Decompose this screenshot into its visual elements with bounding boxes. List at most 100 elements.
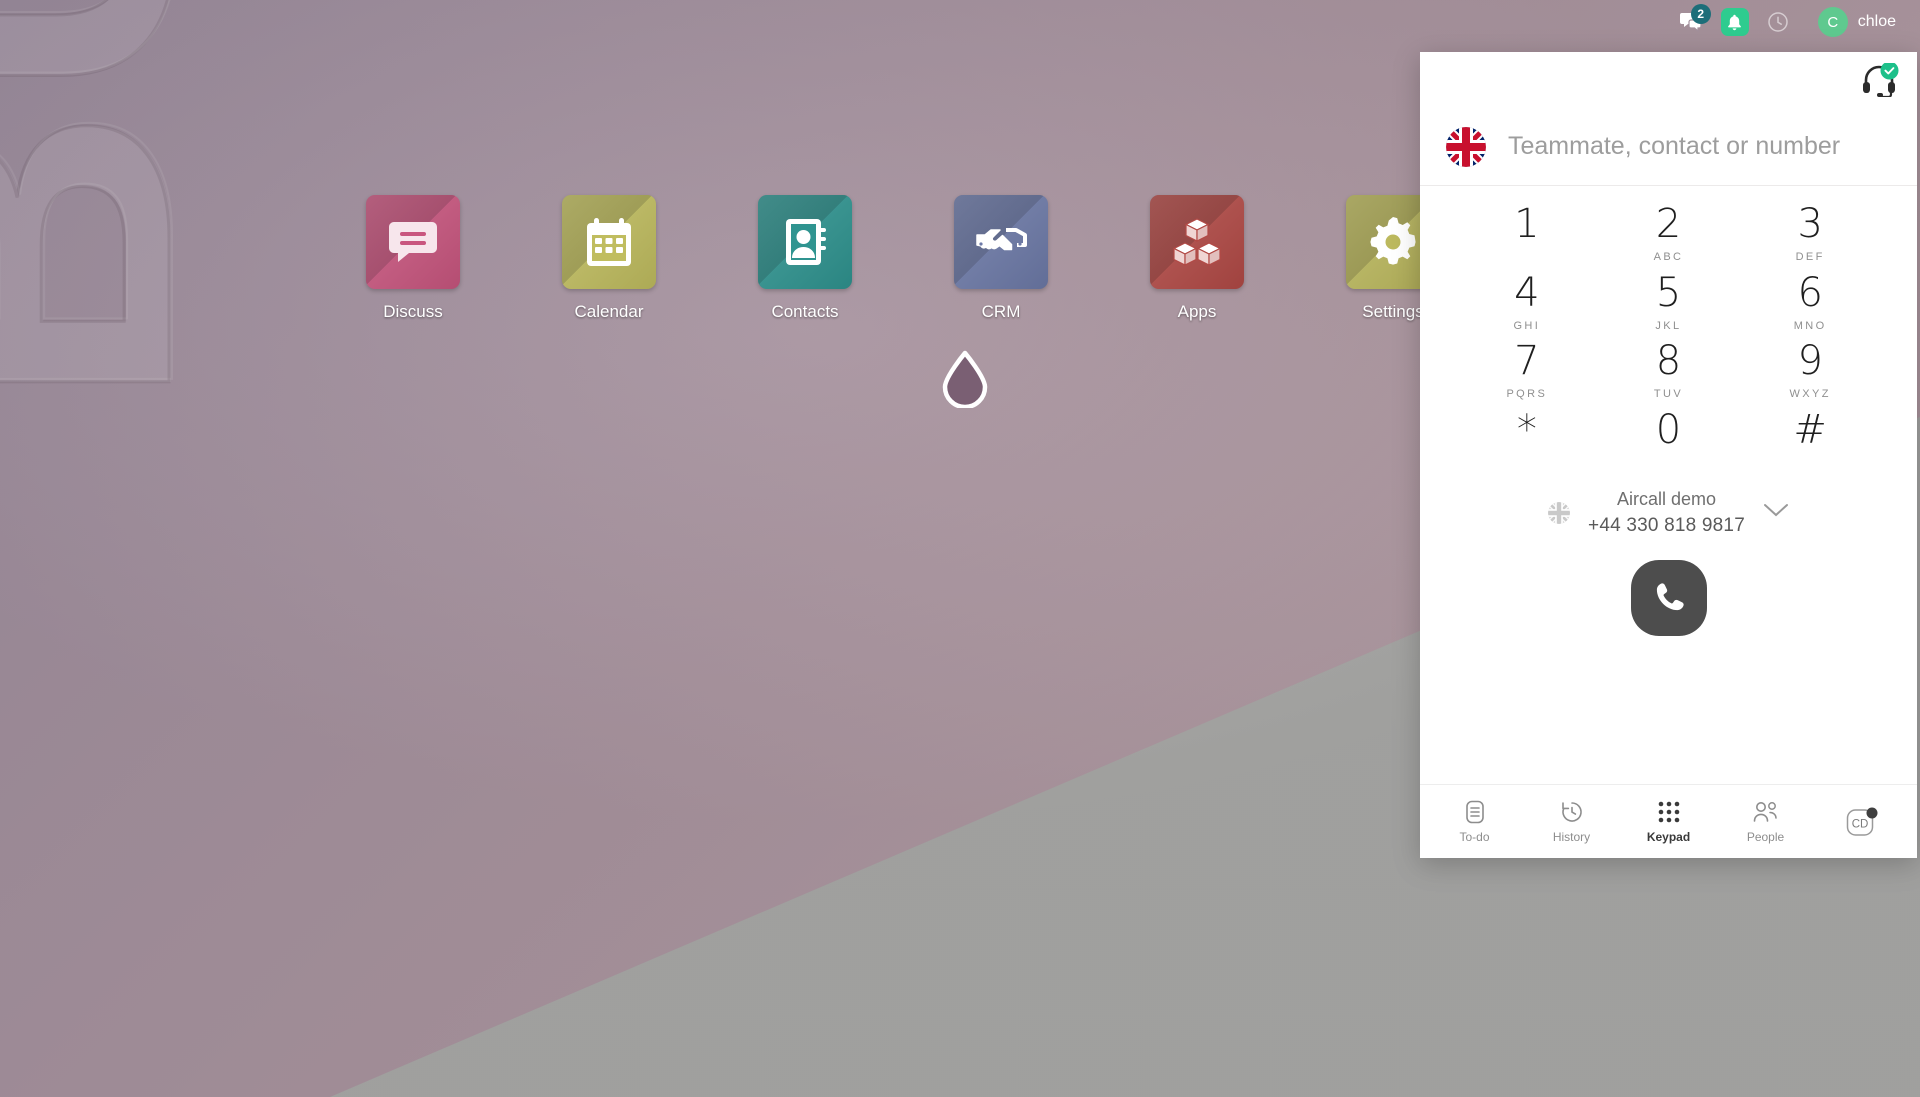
call-action-row	[1420, 544, 1917, 784]
nav-label-keypad: Keypad	[1646, 829, 1691, 844]
key-digit: 9	[1797, 338, 1823, 385]
water-droplet-icon	[942, 350, 988, 410]
aircall-dialer-panel: 1 2 ABC 3 DEF 4 GHI 5 JKL 6 MNO	[1420, 52, 1917, 858]
cd-avatar-icon: CD	[1846, 807, 1880, 837]
headset-icon	[1863, 61, 1899, 99]
bell-icon	[1728, 14, 1742, 30]
boxes-icon	[1172, 218, 1222, 266]
key-letters: MNO	[1793, 319, 1827, 332]
key-letters: JKL	[1655, 319, 1682, 332]
call-button[interactable]	[1630, 559, 1707, 636]
key-digit: 1	[1514, 201, 1540, 248]
help-button[interactable]	[1758, 0, 1798, 44]
key-letters: ABC	[1653, 251, 1684, 264]
key-digit: 6	[1797, 269, 1823, 316]
key-digit: *	[1516, 406, 1537, 453]
app-icon-calendar[interactable]: Calendar	[511, 195, 707, 322]
dialpad-key-hash[interactable]: #	[1739, 406, 1881, 475]
app-icon-crm[interactable]: CRM	[903, 195, 1099, 322]
search-input[interactable]	[1508, 132, 1891, 161]
key-letters: WXYZ	[1789, 388, 1831, 401]
app-label-apps: Apps	[1177, 302, 1217, 321]
desktop: BUG BUG 2 C c	[0, 0, 1920, 1097]
dialpad-key-star[interactable]: *	[1456, 406, 1598, 475]
dialpad-key-2[interactable]: 2 ABC	[1598, 200, 1740, 269]
app-icon-grid: Discuss Calendar Contacts CRM Apps Setti…	[315, 195, 1491, 322]
uk-flag-icon	[1446, 126, 1486, 167]
activities-button[interactable]	[1712, 0, 1758, 44]
discuss-chat-icon	[389, 222, 437, 262]
nav-label-history: History	[1552, 829, 1591, 844]
dialpad-key-0[interactable]: 0	[1598, 406, 1740, 475]
caller-id-selector[interactable]: Aircall demo +44 330 818 9817	[1420, 478, 1917, 544]
caller-id-text: Aircall demo +44 330 818 9817	[1588, 486, 1745, 540]
gear-icon	[1370, 217, 1416, 265]
key-letters: TUV	[1653, 388, 1684, 401]
app-tile-discuss	[366, 195, 460, 289]
key-digit: 2	[1655, 201, 1682, 248]
nav-item-keypad[interactable]: Keypad	[1620, 785, 1717, 858]
dialer-status-row	[1420, 52, 1917, 108]
key-digit: 7	[1514, 338, 1540, 385]
dialpad-key-6[interactable]: 6 MNO	[1739, 269, 1881, 338]
nav-item-account[interactable]: CD	[1814, 785, 1911, 858]
top-bar: 2 C chloe	[0, 0, 1920, 44]
messages-badge: 2	[1690, 4, 1711, 24]
app-label-settings: Settings	[1362, 302, 1424, 321]
svg-text:CD: CD	[1851, 818, 1868, 830]
app-icon-apps[interactable]: Apps	[1099, 195, 1295, 322]
chevron-down-icon[interactable]	[1763, 502, 1789, 523]
app-tile-crm	[954, 195, 1048, 289]
dialpad-key-8[interactable]: 8 TUV	[1598, 337, 1740, 406]
app-tile-apps	[1150, 195, 1244, 289]
dialpad-key-5[interactable]: 5 JKL	[1598, 269, 1740, 338]
history-clock-icon	[1560, 800, 1584, 824]
key-digit: 4	[1514, 269, 1540, 316]
key-digit: #	[1793, 406, 1827, 453]
app-label-calendar: Calendar	[574, 302, 644, 321]
dialpad-key-9[interactable]: 9 WXYZ	[1739, 337, 1881, 406]
key-digit: 5	[1655, 269, 1682, 316]
uk-flag-icon	[1548, 501, 1571, 524]
messages-button[interactable]: 2	[1670, 0, 1712, 44]
availability-toggle[interactable]	[1861, 61, 1899, 99]
keypad-dots-icon	[1658, 800, 1680, 824]
nav-item-history[interactable]: History	[1523, 785, 1620, 858]
nav-label-todo: To-do	[1459, 829, 1490, 844]
nav-label-people: People	[1746, 829, 1785, 844]
people-icon	[1752, 800, 1780, 824]
user-name: chloe	[1857, 13, 1896, 30]
key-digit: 8	[1655, 338, 1682, 385]
app-label-crm: CRM	[981, 302, 1021, 321]
contacts-book-icon	[786, 219, 826, 265]
dialer-search-row	[1420, 108, 1917, 186]
avatar: C	[1817, 7, 1848, 37]
key-digit: 3	[1797, 201, 1823, 248]
handshake-icon	[976, 228, 1027, 251]
caller-id-number: +44 330 818 9817	[1588, 515, 1745, 536]
caller-id-name: Aircall demo	[1616, 489, 1717, 509]
app-icon-contacts[interactable]: Contacts	[707, 195, 903, 322]
dialpad-key-7[interactable]: 7 PQRS	[1456, 337, 1598, 406]
dialpad-key-3[interactable]: 3 DEF	[1739, 200, 1881, 269]
water-droplet-button[interactable]	[938, 348, 992, 410]
dialer-bottom-nav: To-do History Keypad People CD	[1420, 784, 1917, 858]
calendar-icon	[587, 218, 631, 266]
key-letters: DEF	[1795, 251, 1825, 264]
dialpad: 1 2 ABC 3 DEF 4 GHI 5 JKL 6 MNO 7 PQRS 8…	[1420, 186, 1917, 478]
list-document-icon	[1464, 800, 1486, 824]
clock-icon	[1768, 12, 1788, 32]
app-label-contacts: Contacts	[771, 302, 839, 321]
app-icon-discuss[interactable]: Discuss	[315, 195, 511, 322]
app-label-discuss: Discuss	[383, 302, 443, 321]
activity-chip	[1720, 8, 1749, 36]
nav-item-people[interactable]: People	[1717, 785, 1814, 858]
app-tile-contacts	[758, 195, 852, 289]
key-letters: PQRS	[1506, 388, 1548, 401]
app-tile-calendar	[562, 195, 656, 289]
dialpad-key-4[interactable]: 4 GHI	[1456, 269, 1598, 338]
phone-icon	[1656, 582, 1684, 610]
nav-item-todo[interactable]: To-do	[1426, 785, 1523, 858]
dialpad-key-1[interactable]: 1	[1456, 200, 1598, 269]
user-menu[interactable]: C chloe	[1798, 7, 1902, 37]
